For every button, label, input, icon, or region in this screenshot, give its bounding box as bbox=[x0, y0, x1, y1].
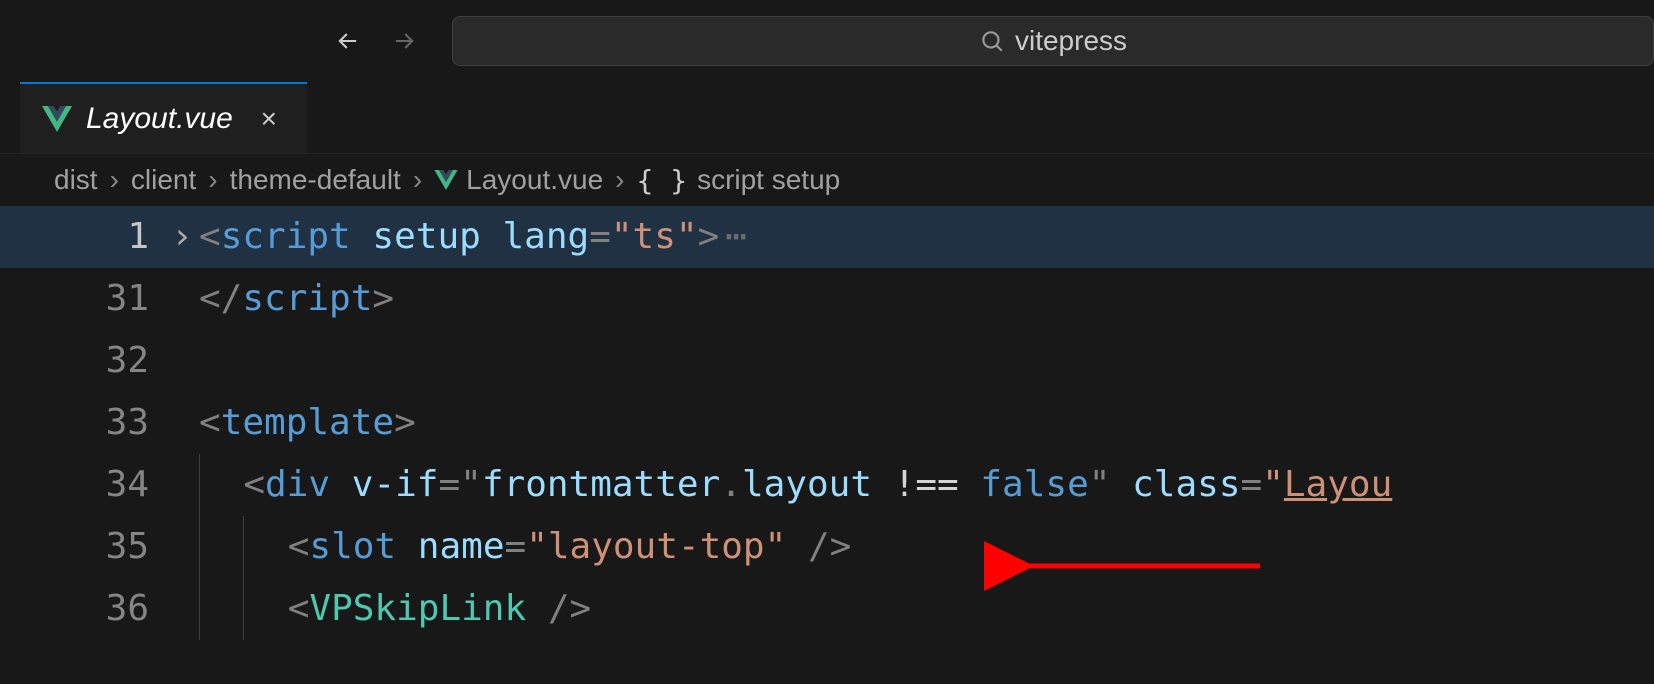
code-token: = bbox=[589, 206, 611, 268]
fold-caret[interactable]: › bbox=[165, 206, 199, 268]
chevron-right-icon: › bbox=[200, 164, 225, 196]
breadcrumb-symbol[interactable]: script setup bbox=[697, 164, 840, 196]
code-token: false bbox=[980, 454, 1088, 516]
vue-file-icon bbox=[42, 106, 72, 132]
indent-guide bbox=[199, 516, 243, 578]
arrow-left-icon bbox=[334, 27, 362, 55]
code-line[interactable]: 1›<script setup lang="ts">⋯ bbox=[0, 206, 1654, 268]
code-content[interactable]: <VPSkipLink /> bbox=[199, 578, 591, 640]
code-line[interactable]: 36 <VPSkipLink /> bbox=[0, 578, 1654, 640]
code-token: </ bbox=[199, 268, 242, 330]
code-token: slot bbox=[309, 516, 396, 578]
tab-title: Layout.vue bbox=[86, 102, 233, 136]
code-token: < bbox=[288, 578, 310, 640]
code-token: < bbox=[243, 454, 265, 516]
code-token: template bbox=[221, 392, 394, 454]
code-token: VPSkipLink bbox=[309, 578, 526, 640]
breadcrumb[interactable]: dist › client › theme-default › Layout.v… bbox=[0, 154, 1654, 206]
indent-guide bbox=[199, 454, 243, 516]
code-token: !== bbox=[872, 454, 980, 516]
code-token: = bbox=[438, 454, 460, 516]
breadcrumb-part[interactable]: theme-default bbox=[230, 164, 401, 196]
breadcrumb-file[interactable]: Layout.vue bbox=[434, 164, 603, 196]
code-content[interactable]: <div v-if="frontmatter.layout !== false"… bbox=[199, 454, 1392, 516]
breadcrumb-part[interactable]: client bbox=[131, 164, 196, 196]
indent-guide bbox=[199, 578, 243, 640]
tab-close-button[interactable]: × bbox=[253, 103, 285, 135]
code-token: < bbox=[288, 516, 310, 578]
chevron-right-icon: › bbox=[405, 164, 430, 196]
code-token: "layout-top" bbox=[526, 516, 786, 578]
code-token: Layou bbox=[1284, 454, 1392, 516]
command-center-search[interactable]: vitepress bbox=[452, 16, 1654, 66]
code-token: /> bbox=[526, 578, 591, 640]
line-number: 33 bbox=[0, 392, 165, 454]
code-token: < bbox=[199, 206, 221, 268]
code-token: name bbox=[418, 516, 505, 578]
code-token bbox=[396, 516, 418, 578]
code-token: > bbox=[372, 268, 394, 330]
code-token: script bbox=[221, 206, 351, 268]
arrow-right-icon bbox=[390, 27, 418, 55]
code-line[interactable]: 35 <slot name="layout-top" /> bbox=[0, 516, 1654, 578]
vue-file-icon bbox=[434, 170, 458, 190]
code-line[interactable]: 31 </script> bbox=[0, 268, 1654, 330]
code-content[interactable]: </script> bbox=[199, 268, 394, 330]
code-token: layout bbox=[742, 454, 872, 516]
search-icon bbox=[979, 28, 1005, 54]
code-token: /> bbox=[786, 516, 851, 578]
code-token: < bbox=[199, 392, 221, 454]
code-token: . bbox=[720, 454, 742, 516]
title-bar: vitepress bbox=[0, 0, 1654, 82]
code-content[interactable]: <template> bbox=[199, 392, 416, 454]
code-token: " bbox=[1089, 454, 1111, 516]
tab-layout-vue[interactable]: Layout.vue × bbox=[20, 82, 307, 153]
code-line[interactable]: 33 <template> bbox=[0, 392, 1654, 454]
code-token: = bbox=[505, 516, 527, 578]
line-number: 35 bbox=[0, 516, 165, 578]
code-editor[interactable]: 1›<script setup lang="ts">⋯31</script>32… bbox=[0, 206, 1654, 640]
code-token: > bbox=[394, 392, 416, 454]
code-token bbox=[351, 206, 373, 268]
nav-forward-button[interactable] bbox=[376, 13, 432, 69]
chevron-right-icon: › bbox=[607, 164, 632, 196]
code-token: ⋯ bbox=[719, 206, 749, 268]
line-number: 31 bbox=[0, 268, 165, 330]
code-token: frontmatter bbox=[482, 454, 720, 516]
indent-guide bbox=[243, 578, 287, 640]
code-line[interactable]: 32 bbox=[0, 330, 1654, 392]
code-token: " bbox=[460, 454, 482, 516]
code-token: lang bbox=[502, 206, 589, 268]
code-content[interactable]: <slot name="layout-top" /> bbox=[199, 516, 851, 578]
tabs-row: Layout.vue × bbox=[0, 82, 1654, 154]
search-text: vitepress bbox=[1015, 25, 1127, 57]
chevron-right-icon: › bbox=[102, 164, 127, 196]
code-line[interactable]: 34 <div v-if="frontmatter.layout !== fal… bbox=[0, 454, 1654, 516]
code-content[interactable]: <script setup lang="ts">⋯ bbox=[199, 206, 749, 268]
line-number: 32 bbox=[0, 330, 165, 392]
code-token: script bbox=[242, 268, 372, 330]
line-number: 1 bbox=[0, 206, 165, 268]
nav-back-button[interactable] bbox=[320, 13, 376, 69]
code-token: "ts" bbox=[611, 206, 698, 268]
code-token: v-if bbox=[352, 454, 439, 516]
code-token: class bbox=[1132, 454, 1240, 516]
code-token bbox=[330, 454, 352, 516]
line-number: 36 bbox=[0, 578, 165, 640]
code-token: " bbox=[1262, 454, 1284, 516]
code-token bbox=[1110, 454, 1132, 516]
indent-guide bbox=[243, 516, 287, 578]
code-token: > bbox=[698, 206, 720, 268]
code-token: = bbox=[1241, 454, 1263, 516]
line-number: 34 bbox=[0, 454, 165, 516]
symbol-braces-icon: { } bbox=[636, 164, 693, 197]
breadcrumb-part[interactable]: dist bbox=[54, 164, 98, 196]
code-token bbox=[481, 206, 503, 268]
code-token: setup bbox=[372, 206, 480, 268]
code-token: div bbox=[265, 454, 330, 516]
